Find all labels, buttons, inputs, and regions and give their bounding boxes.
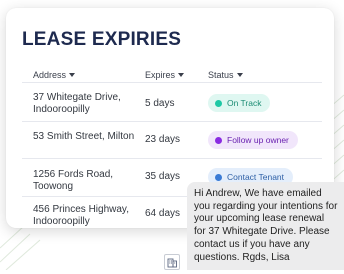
address-column-header[interactable]: Address (33, 70, 76, 80)
caret-down-icon (236, 73, 243, 77)
status-label: On Track (227, 98, 262, 108)
row-address: 456 Princes Highway, Indooroopilly (33, 204, 129, 227)
card-title: LEASE EXPIRIES (22, 29, 182, 50)
caret-down-icon (69, 73, 76, 77)
expires-column-header[interactable]: Expires (145, 70, 185, 80)
row-expires: 23 days (145, 134, 181, 145)
caret-down-icon (178, 73, 185, 77)
row-address: 37 Whitegate Drive, Indooroopilly (33, 92, 121, 115)
status-badge[interactable]: On Track (208, 94, 271, 112)
address-header-label: Address (33, 70, 67, 80)
message-bubble: Hi Andrew, We have emailed you regarding… (187, 182, 344, 270)
status-label: Follow up owner (227, 135, 289, 145)
building-avatar-icon (164, 254, 180, 270)
message-text: Hi Andrew, We have emailed you regarding… (194, 188, 338, 263)
status-dot (215, 136, 222, 144)
status-dot (215, 173, 222, 181)
row-expires: 64 days (145, 208, 181, 219)
row-address: 53 Smith Street, Milton (33, 131, 135, 142)
status-dot (215, 99, 222, 107)
status-header-label: Status (208, 70, 234, 80)
row-expires: 35 days (145, 171, 181, 182)
status-badge[interactable]: Follow up owner (208, 131, 298, 149)
status-column-header[interactable]: Status (208, 70, 243, 80)
row-expires: 5 days (145, 98, 175, 109)
row-address: 1256 Fords Road, Toowong (33, 169, 114, 192)
expires-header-label: Expires (145, 70, 176, 80)
status-label: Contact Tenant (227, 172, 285, 182)
